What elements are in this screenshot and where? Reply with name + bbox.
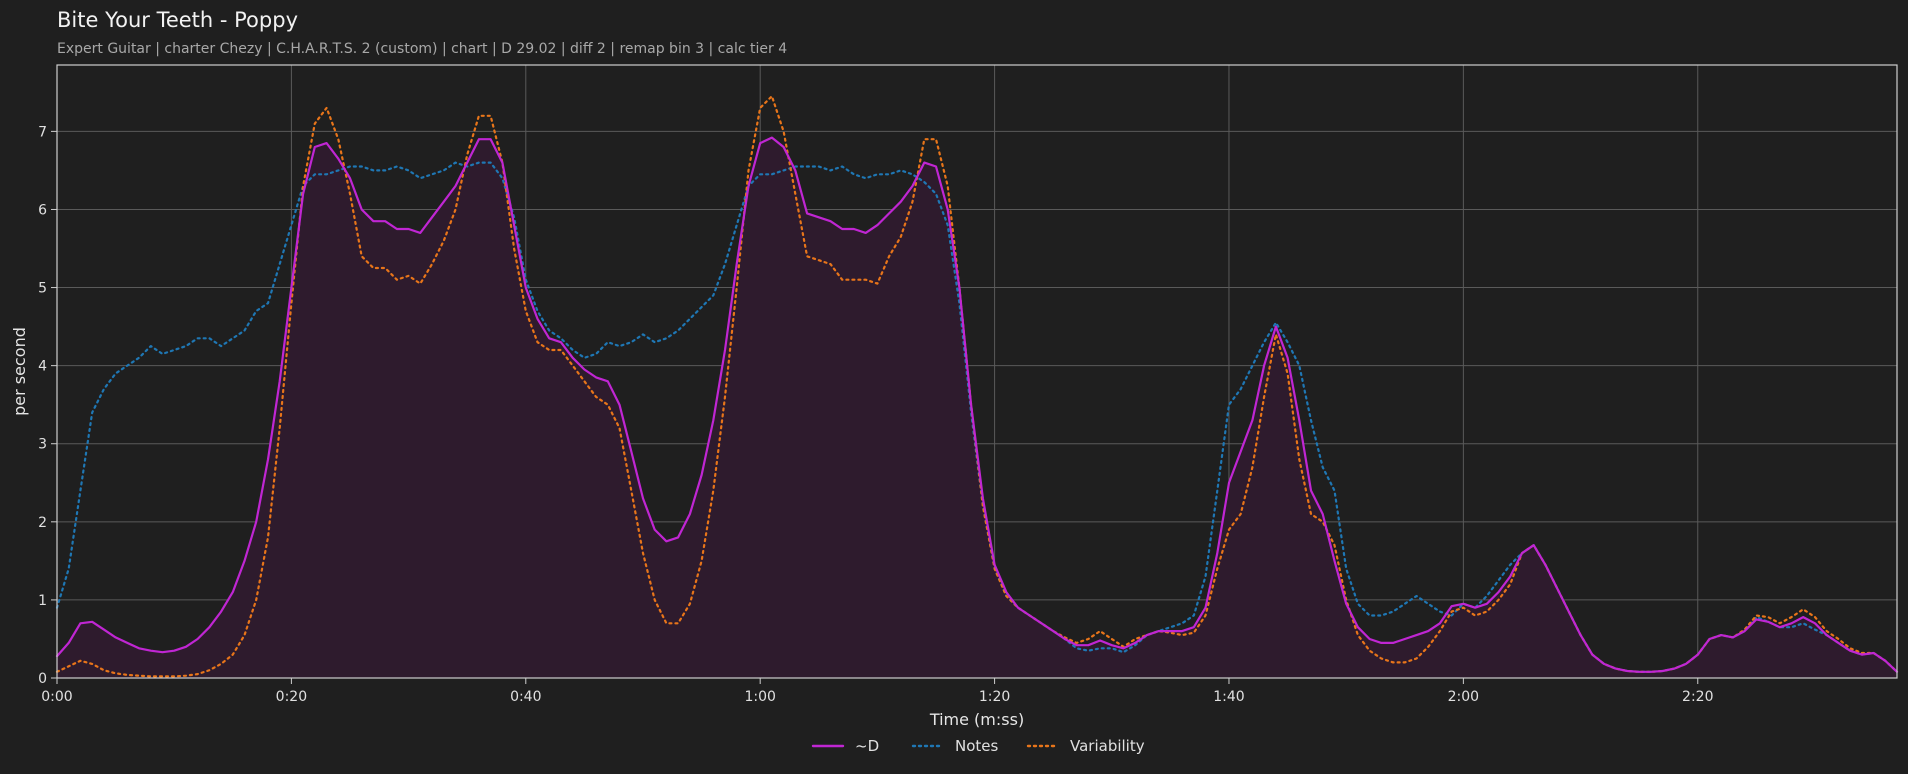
y-tick-label: 6	[38, 202, 47, 218]
x-tick-label: 2:00	[1448, 689, 1479, 705]
y-tick-label: 1	[38, 593, 47, 609]
x-tick-label: 2:20	[1682, 689, 1713, 705]
legend-label: ~D	[855, 737, 879, 755]
legend-label: Notes	[955, 737, 999, 755]
x-tick-label: 0:20	[276, 689, 307, 705]
y-tick-label: 7	[38, 124, 47, 140]
y-tick-label: 2	[38, 515, 47, 531]
x-tick-label: 1:20	[979, 689, 1010, 705]
legend-label: Variability	[1070, 737, 1145, 755]
x-axis-label: Time (m:ss)	[929, 710, 1024, 729]
y-tick-label: 0	[38, 671, 47, 687]
y-tick-label: 3	[38, 437, 47, 453]
x-tick-label: 0:00	[41, 689, 72, 705]
x-tick-label: 1:40	[1213, 689, 1244, 705]
difficulty-chart: 0:00 0:20 0:40 1:00 1:20 1:40 2:00 2:20 0 1 2 3 4 5 6 7…	[10, 64, 1899, 755]
legend: ~D Notes Variability	[811, 737, 1145, 755]
y-tick-label: 5	[38, 281, 47, 297]
y-tick-label: 4	[38, 359, 47, 375]
x-tick-label: 1:00	[744, 689, 775, 705]
y-axis-label: per second	[10, 327, 29, 416]
x-tick-label: 0:40	[510, 689, 541, 705]
